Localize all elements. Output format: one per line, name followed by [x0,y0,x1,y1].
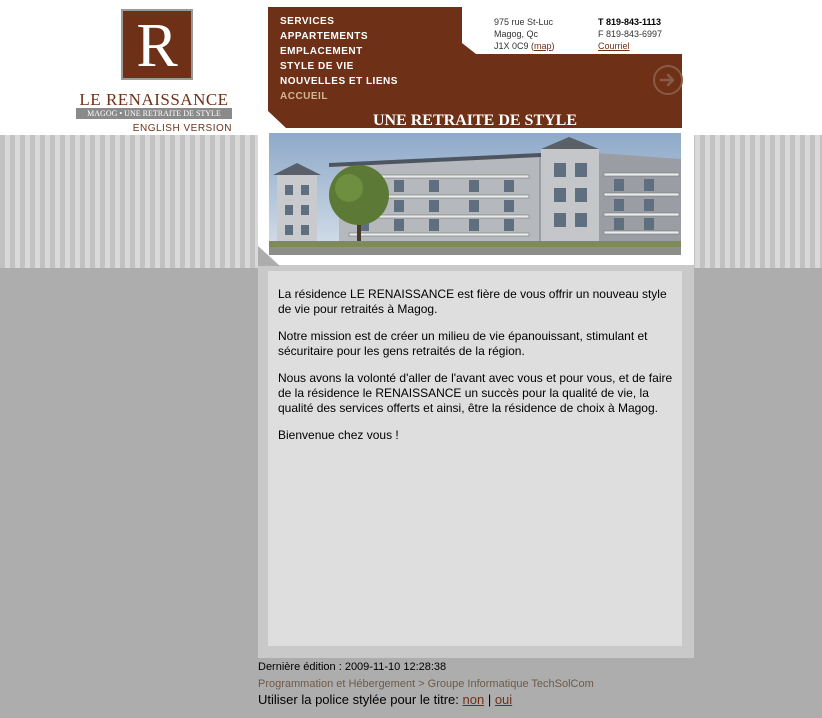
phone-number: T 819-843-1113 [598,17,662,27]
nav-item-style-de-vie[interactable]: STYLE DE VIE [280,59,398,74]
nav-panel: SERVICES APPARTEMENTS EMPLACEMENT STYLE … [268,7,683,128]
content-text: La résidence LE RENAISSANCE est fière de… [278,287,676,455]
map-link[interactable]: map [534,41,552,51]
address-block: 975 rue St-Luc Magog, Qc J1X 0C9 (map) [494,16,555,52]
last-edit: Dernière édition : 2009-11-10 12:28:38 [258,661,447,673]
font-option: Utiliser la police stylée pour le titre:… [258,692,594,708]
main-nav: SERVICES APPARTEMENTS EMPLACEMENT STYLE … [280,14,398,104]
content-paragraph: Nous avons la volonté d'aller de l'avant… [278,371,673,415]
content-paragraph: La résidence LE RENAISSANCE est fière de… [278,287,667,316]
font-option-separator: | [487,692,492,707]
font-option-label: Utiliser la police stylée pour le titre: [258,692,459,707]
email-link[interactable]: Courriel [598,41,630,51]
logo-letter: R [136,11,178,80]
logo[interactable]: R [121,9,193,80]
address-postal-line: J1X 0C9 (map) [494,41,555,51]
programming-credit[interactable]: Programmation et Hébergement > Groupe In… [258,677,594,691]
nav-item-nouvelles-et-liens[interactable]: NOUVELLES ET LIENS [280,74,398,89]
fax-number: F 819-843-6997 [598,29,663,39]
content-panel: La résidence LE RENAISSANCE est fière de… [268,271,682,646]
nav-item-services[interactable]: SERVICES [280,14,398,29]
slogan: UNE RETRAITE DE STYLE [372,112,578,129]
font-option-no[interactable]: non [462,692,484,707]
content-paragraph: Bienvenue chez vous ! [278,428,399,442]
nav-item-appartements[interactable]: APPARTEMENTS [280,29,398,44]
content-paragraph: Notre mission est de créer un milieu de … [278,329,648,358]
logo-tagline: MAGOG • UNE RETRAITE DE STYLE [76,108,232,119]
nav-item-emplacement[interactable]: EMPLACEMENT [280,44,398,59]
nav-item-accueil[interactable]: ACCUEIL [280,89,398,104]
footer: Dernière édition : 2009-11-10 12:28:38 P… [258,660,594,708]
logo-name: LE RENAISSANCE [79,90,229,109]
building-photo [269,133,681,255]
address-city: Magog, Qc [494,29,539,39]
font-option-yes[interactable]: oui [495,692,512,707]
address-postal: J1X 0C9 [494,41,529,51]
english-version-link[interactable]: ENGLISH VERSION [76,123,232,134]
arrow-right-circle-icon[interactable] [653,65,683,95]
contact-block: T 819-843-1113 F 819-843-6997 Courriel [598,16,662,52]
main-column: SERVICES APPARTEMENTS EMPLACEMENT STYLE … [258,0,694,658]
address-street: 975 rue St-Luc [494,17,554,27]
